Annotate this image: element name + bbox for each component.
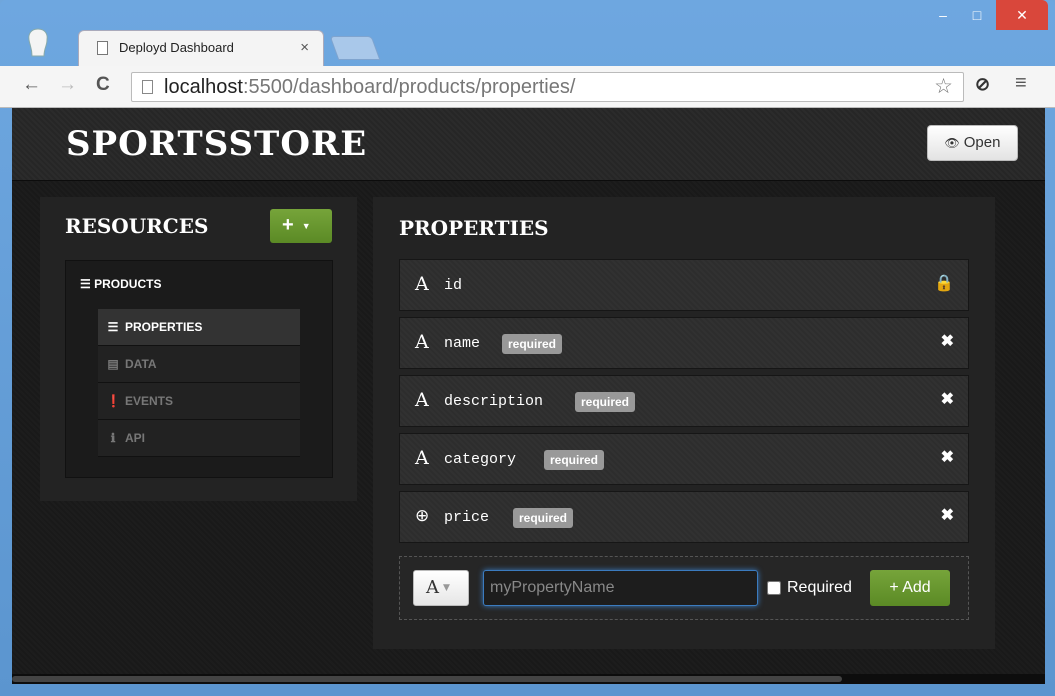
list-icon: ☰ bbox=[80, 277, 91, 291]
property-type-label: A bbox=[426, 577, 439, 598]
delete-icon[interactable]: ✖ bbox=[941, 389, 954, 409]
open-button-label: Open bbox=[963, 134, 1001, 151]
property-row[interactable]: A description required ✖ bbox=[399, 375, 969, 427]
delete-icon[interactable]: ✖ bbox=[941, 505, 954, 525]
delete-icon[interactable]: ✖ bbox=[941, 331, 954, 351]
property-type-icon: A bbox=[415, 389, 429, 411]
window-maximize-button[interactable]: □ bbox=[962, 0, 992, 30]
url-text[interactable]: localhost:5500/dashboard/products/proper… bbox=[164, 76, 575, 99]
property-row[interactable]: A id 🔒 bbox=[399, 259, 969, 311]
menu-icon[interactable]: ≡ bbox=[1015, 72, 1027, 95]
forward-arrow-icon[interactable]: → bbox=[58, 74, 77, 96]
property-name: description bbox=[444, 393, 544, 410]
property-type-dropdown[interactable]: A ▼ bbox=[413, 570, 469, 606]
open-button[interactable]: 👁 Open bbox=[927, 125, 1018, 161]
tab-close-icon[interactable]: × bbox=[300, 39, 309, 56]
browser-toolbar: ← → C localhost:5500/dashboard/products/… bbox=[0, 66, 1055, 108]
chrome-logo-icon bbox=[28, 28, 48, 57]
page-icon bbox=[142, 80, 153, 94]
required-badge: required bbox=[544, 450, 605, 470]
property-type-icon: A bbox=[415, 331, 429, 353]
add-property-button[interactable]: + Add bbox=[870, 570, 950, 606]
scrollbar-thumb[interactable] bbox=[12, 676, 842, 682]
new-property-form: A▼ Required + Add bbox=[399, 556, 969, 620]
required-checkbox[interactable] bbox=[767, 581, 781, 595]
subnav-item-api[interactable]: ℹ API bbox=[98, 420, 300, 457]
resource-products-label: PRODUCTS bbox=[94, 277, 162, 291]
property-row[interactable]: ⊕ price required ✖ bbox=[399, 491, 969, 543]
eye-icon: 👁 bbox=[944, 136, 960, 150]
horizontal-scrollbar[interactable] bbox=[12, 674, 1045, 684]
info-icon: ℹ bbox=[110, 431, 116, 445]
property-name-input[interactable] bbox=[483, 570, 758, 606]
subnav-item-data[interactable]: ▤ DATA bbox=[98, 346, 300, 383]
resource-subnav: ☰ PROPERTIES ▤ DATA ❗ EVENTS ℹ API bbox=[98, 309, 300, 457]
tab-title: Deployd Dashboard bbox=[119, 40, 234, 55]
url-path: :5500/dashboard/products/properties/ bbox=[242, 76, 576, 98]
required-label: Required bbox=[787, 579, 852, 596]
new-tab-button[interactable] bbox=[329, 36, 381, 60]
resource-products[interactable]: ☰ PRODUCTS bbox=[80, 277, 161, 291]
delete-icon[interactable]: ✖ bbox=[941, 447, 954, 467]
property-name: id bbox=[444, 277, 463, 294]
required-badge: required bbox=[502, 334, 563, 354]
property-row[interactable]: A category required ✖ bbox=[399, 433, 969, 485]
dashboard-header: SPORTSSTORE 👁 Open bbox=[12, 108, 1045, 181]
required-badge: required bbox=[513, 508, 574, 528]
browser-tab[interactable]: Deployd Dashboard × bbox=[78, 30, 324, 66]
properties-panel: PROPERTIES A id 🔒 A name required ✖ A de… bbox=[373, 197, 995, 649]
reload-icon[interactable]: C bbox=[96, 74, 110, 96]
list-icon: ☰ bbox=[107, 320, 119, 334]
property-name: category bbox=[444, 451, 517, 468]
caret-down-icon: ▼ bbox=[443, 583, 450, 593]
lock-icon: 🔒 bbox=[934, 275, 954, 292]
extension-icon[interactable]: ⊘ bbox=[975, 74, 990, 95]
caret-down-icon: ▼ bbox=[301, 220, 311, 231]
property-type-icon: A bbox=[415, 273, 429, 295]
resources-panel: RESOURCES + ▼ ☰ PRODUCTS ☰ PROPERTIES ▤ DAT… bbox=[40, 197, 357, 501]
subnav-item-label: DATA bbox=[125, 357, 157, 371]
number-type-icon: ⊕ bbox=[415, 506, 430, 526]
bookmark-star-icon[interactable]: ☆ bbox=[934, 74, 953, 99]
window-close-button[interactable]: ✕ bbox=[996, 0, 1048, 30]
add-resource-button[interactable]: + ▼ bbox=[270, 209, 332, 243]
property-name: price bbox=[444, 509, 490, 526]
url-host: localhost bbox=[164, 76, 243, 98]
window-minimize-button[interactable]: – bbox=[928, 0, 958, 30]
property-list: A id 🔒 A name required ✖ A description r… bbox=[399, 259, 969, 549]
dashboard-page: SPORTSSTORE 👁 Open RESOURCES + ▼ ☰ PRODUCT… bbox=[12, 108, 1045, 684]
subnav-item-label: PROPERTIES bbox=[125, 320, 203, 334]
browser-window: Deployd Dashboard × – □ ✕ ← → C localhos… bbox=[0, 0, 1055, 696]
resource-tree: ☰ PRODUCTS ☰ PROPERTIES ▤ DATA ❗ EVENTS ℹ AP… bbox=[65, 260, 333, 478]
subnav-item-events[interactable]: ❗ EVENTS bbox=[98, 383, 300, 420]
property-row[interactable]: A name required ✖ bbox=[399, 317, 969, 369]
property-name: name bbox=[444, 335, 481, 352]
subnav-item-properties[interactable]: ☰ PROPERTIES bbox=[98, 309, 300, 346]
required-badge: required bbox=[575, 392, 636, 412]
add-resource-label: + bbox=[282, 214, 294, 236]
table-icon: ▤ bbox=[107, 357, 119, 371]
resources-heading: RESOURCES bbox=[65, 214, 209, 238]
exclamation-icon: ❗ bbox=[106, 394, 121, 408]
properties-heading: PROPERTIES bbox=[399, 216, 549, 240]
brand-title: SPORTSSTORE bbox=[66, 124, 368, 164]
back-arrow-icon[interactable]: ← bbox=[22, 74, 41, 96]
property-type-icon: A bbox=[415, 447, 429, 469]
page-icon bbox=[97, 41, 108, 55]
address-bar[interactable]: localhost:5500/dashboard/products/proper… bbox=[131, 72, 964, 102]
subnav-item-label: API bbox=[125, 431, 146, 445]
subnav-item-label: EVENTS bbox=[125, 394, 174, 408]
